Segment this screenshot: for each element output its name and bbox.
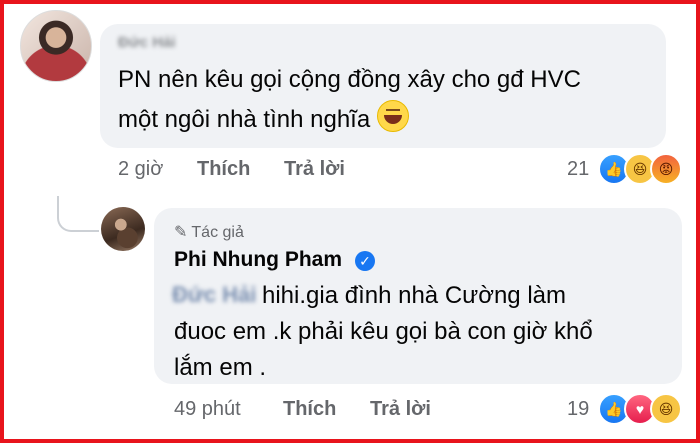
reply-text-line-3: lắm em . [174,354,267,381]
author-badge: ✎ Tác giả [174,224,244,241]
reply-thread-line [57,196,99,232]
haha-reaction-icon[interactable]: 😆 [650,393,682,425]
like-button[interactable]: Thích [197,158,250,181]
comment-time[interactable]: 2 giờ [118,158,163,181]
mentioned-name-blurred[interactable]: Đức Hải [172,282,256,308]
comment-text-line-2: một ngôi nhà tình nghĩa [118,100,658,140]
reply-button[interactable]: Trả lời [284,158,345,181]
comment-text-line-1: PN nên kêu gọi cộng đồng xây cho gđ HVC [118,66,581,93]
reply-reply-button[interactable]: Trả lời [370,398,431,421]
verified-badge-icon: ✓ [355,251,375,271]
reaction-count[interactable]: 21 [567,158,589,181]
reply-reaction-count[interactable]: 19 [567,398,589,421]
angry-reaction-icon[interactable]: 😡 [650,153,682,185]
commenter-avatar[interactable] [20,10,92,82]
grinning-face-emoji-icon [376,100,409,132]
pencil-icon: ✎ [174,224,188,241]
reply-time[interactable]: 49 phút [174,398,241,421]
reply-like-button[interactable]: Thích [283,398,336,421]
comment-text: PN nên kêu gọi cộng đồng xây cho gđ HVC … [118,60,658,140]
reply-text-line-2: đuoc em .k phải kêu gọi bà con giờ khổ [174,318,593,345]
author-name[interactable]: Phi Nhung Pham [174,248,342,272]
commenter-name-blurred[interactable]: Đức Hải [118,34,176,51]
author-avatar[interactable] [101,207,145,251]
reply-text-line-1: hihi.gia đình nhà Cường làm [262,282,566,309]
